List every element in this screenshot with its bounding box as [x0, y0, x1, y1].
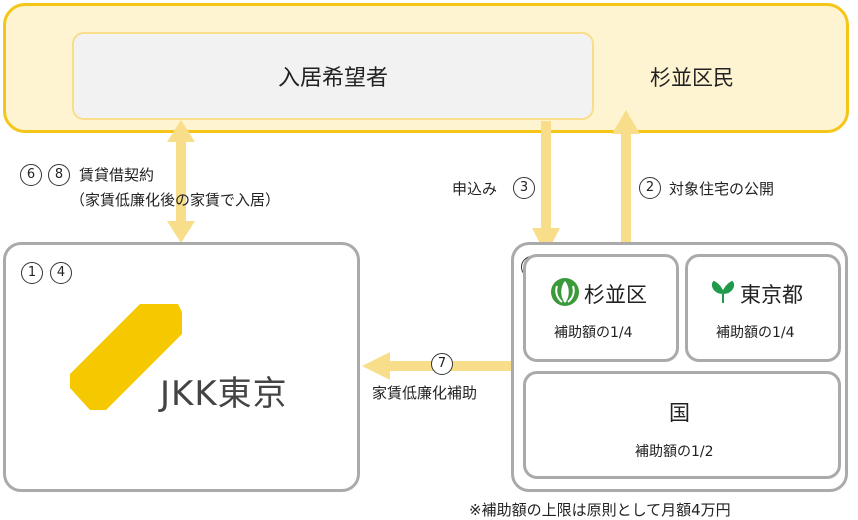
lease-label: 賃貸借契約: [79, 166, 155, 184]
apply-label: 申込み: [452, 180, 498, 198]
apply-arrow: [532, 121, 560, 255]
suginami-emblem-icon: [551, 278, 579, 306]
step-7-badge: 7: [431, 353, 453, 375]
national-share: 補助額の1/2: [635, 444, 714, 460]
national-name: 国: [669, 401, 690, 425]
publish-label: 対象住宅の公開: [669, 180, 775, 198]
step-4-badge: 4: [50, 262, 72, 284]
step-1-badge: 1: [21, 262, 43, 284]
lease-arrow: [167, 120, 195, 243]
jkk-logo-text: JKK東京: [160, 374, 288, 414]
lease-sublabel: （家賃低廉化後の家賃で入居）: [70, 191, 281, 209]
suginami-name: 杉並区: [584, 283, 647, 307]
tokyo-name: 東京都: [740, 283, 803, 307]
publish-arrow: [612, 110, 640, 258]
subsidy-label: 家賃低廉化補助: [372, 384, 478, 402]
tokyo-share: 補助額の1/4: [716, 325, 795, 341]
tokyo-emblem-icon: [711, 280, 735, 303]
step-3-badge: 3: [513, 177, 535, 199]
step-6-badge: 6: [20, 164, 42, 186]
suginami-share: 補助額の1/4: [554, 325, 633, 341]
step-8-badge: 8: [48, 164, 70, 186]
step-2-badge: 2: [639, 177, 661, 199]
subsidy-cap-note: ※補助額の上限は原則として月額4万円: [469, 501, 731, 519]
